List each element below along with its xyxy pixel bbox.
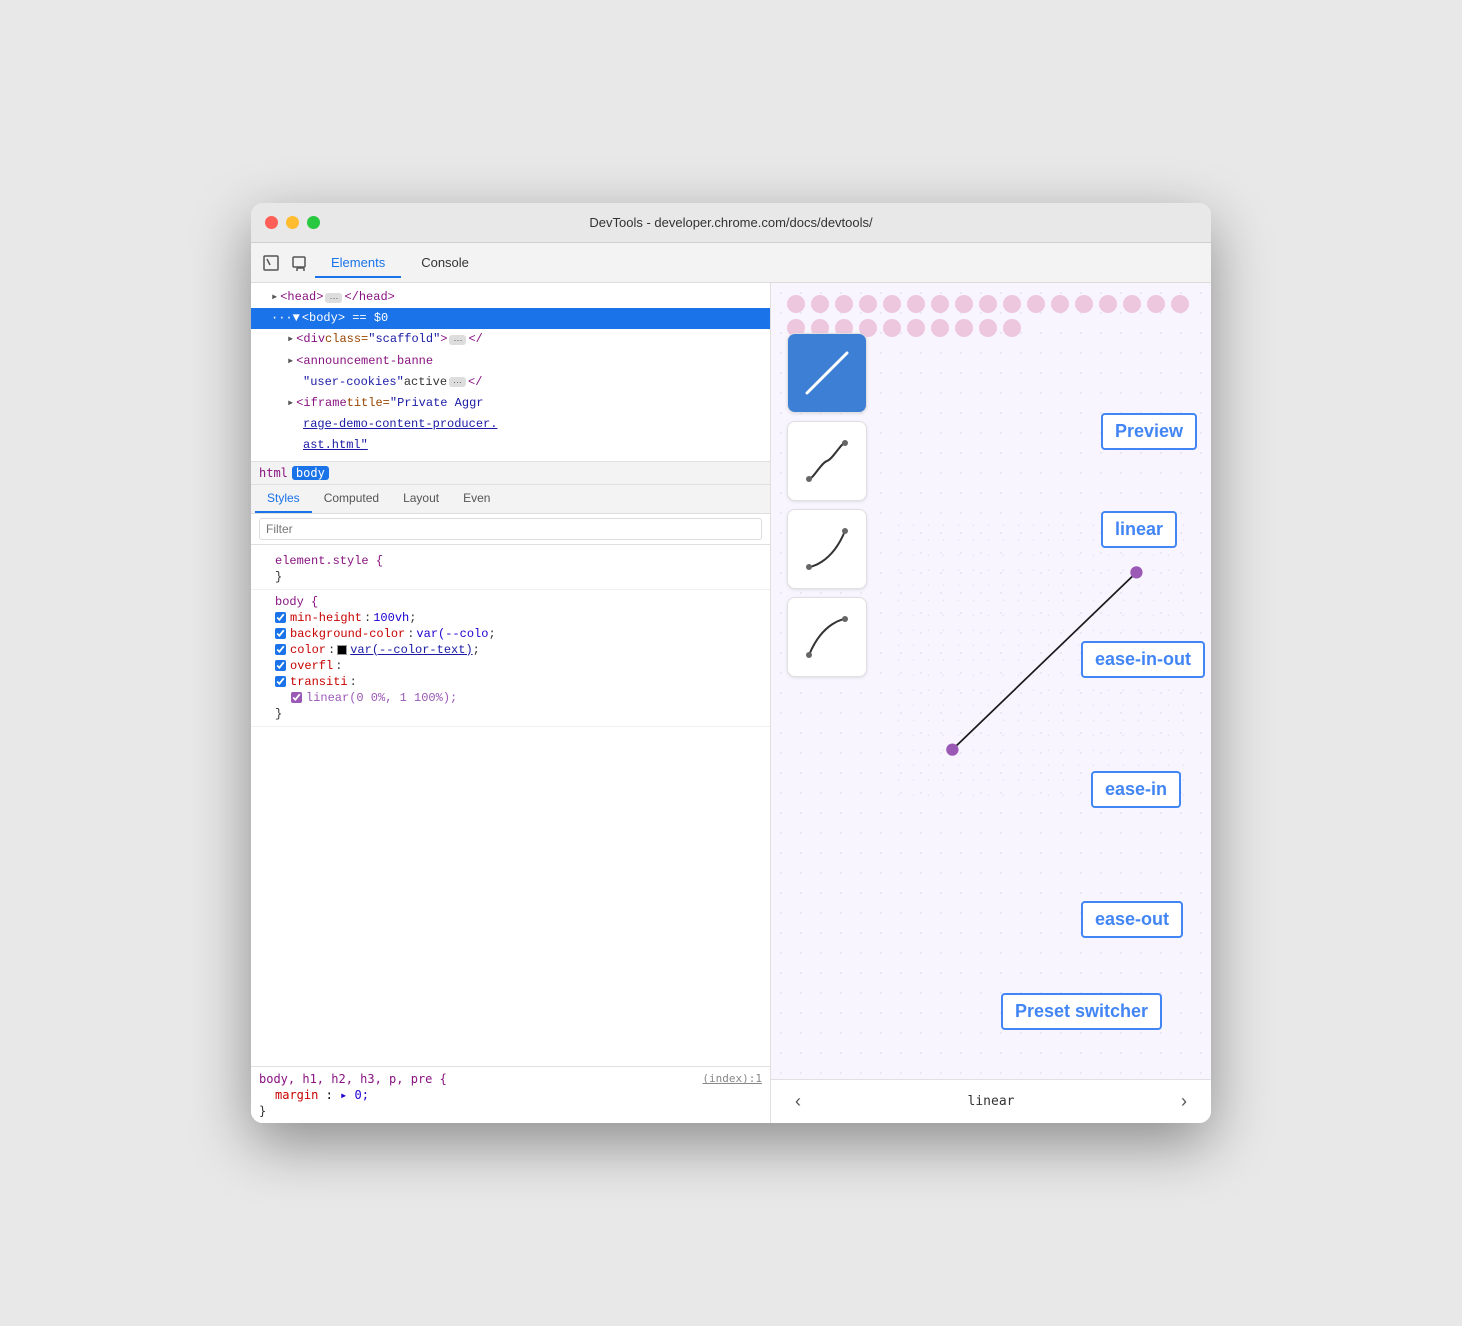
preset-card-ease-in[interactable] <box>787 509 867 589</box>
tab-event[interactable]: Even <box>451 485 502 513</box>
devtools-main: ▸ <head> ··· </head> ··· ▼ <body> == $0 … <box>251 283 1211 1123</box>
dot-pill <box>907 295 925 313</box>
source-ref[interactable]: (index):1 <box>702 1072 762 1085</box>
css-selector: element.style { <box>275 554 383 568</box>
dom-line-iframe: ▸ <iframe title= "Private Aggr <box>251 393 770 414</box>
dot-pill <box>859 295 877 313</box>
prop-checkbox-linear[interactable] <box>291 692 302 703</box>
color-swatch[interactable] <box>337 645 347 655</box>
dom-line-html: ast.html" <box>251 435 770 456</box>
nav-current-label: linear <box>968 1094 1015 1109</box>
preset-card-ease-in-out[interactable] <box>787 421 867 501</box>
device-icon[interactable] <box>287 251 311 275</box>
devtools-window: DevTools - developer.chrome.com/docs/dev… <box>251 203 1211 1123</box>
filter-input[interactable] <box>259 518 762 540</box>
dot-pill <box>1027 295 1045 313</box>
dom-line-head: ▸ <head> ··· </head> <box>251 287 770 308</box>
label-preset-switcher: Preset switcher <box>1001 993 1162 1030</box>
dom-tree: ▸ <head> ··· </head> ··· ▼ <body> == $0 … <box>251 283 770 462</box>
label-ease-in: ease-in <box>1091 771 1181 808</box>
label-ease-in-out: ease-in-out <box>1081 641 1205 678</box>
prop-checkbox-transition[interactable] <box>275 676 286 687</box>
dot-pill <box>1051 295 1069 313</box>
dot-pill <box>1003 295 1021 313</box>
expand-dots[interactable]: ··· <box>325 293 342 303</box>
dot-pill <box>1099 295 1117 313</box>
label-linear: linear <box>1101 511 1177 548</box>
prop-checkbox-color[interactable] <box>275 644 286 655</box>
bottom-rules: body, h1, h2, h3, p, pre { (index):1 mar… <box>251 1066 770 1123</box>
preset-card-linear[interactable] <box>787 333 867 413</box>
bottom-prop: margin <box>275 1088 318 1102</box>
expand-dots[interactable]: ··· <box>449 377 466 387</box>
dot-pill <box>1075 295 1093 313</box>
nav-prev-button[interactable]: ‹ <box>787 1087 809 1116</box>
css-rule-element-style: element.style { } <box>251 549 770 590</box>
expand-dots[interactable]: ··· <box>449 335 466 345</box>
bottom-value: ▸ 0; <box>340 1088 369 1102</box>
tab-layout[interactable]: Layout <box>391 485 451 513</box>
dot-pill <box>811 295 829 313</box>
window-title: DevTools - developer.chrome.com/docs/dev… <box>589 215 872 230</box>
close-button[interactable] <box>265 216 278 229</box>
breadcrumb: html body <box>251 462 770 485</box>
panel-right: Preview linear ease-in-out ease-in ease-… <box>771 283 1211 1123</box>
dom-line-body[interactable]: ··· ▼ <body> == $0 <box>251 308 770 329</box>
preview-area: Preview linear ease-in-out ease-in ease-… <box>771 283 1211 1079</box>
title-bar: DevTools - developer.chrome.com/docs/dev… <box>251 203 1211 243</box>
dot-pill <box>835 295 853 313</box>
breadcrumb-html[interactable]: html <box>259 466 288 480</box>
tab-styles[interactable]: Styles <box>255 485 312 513</box>
dom-line-url: rage-demo-content-producer. <box>251 414 770 435</box>
dot-pill <box>955 295 973 313</box>
tab-computed[interactable]: Computed <box>312 485 391 513</box>
prop-checkbox-min-height[interactable] <box>275 612 286 623</box>
styles-panel: Styles Computed Layout Even element.styl… <box>251 485 770 1067</box>
preset-cards <box>787 333 867 677</box>
label-preview: Preview <box>1101 413 1197 450</box>
minimize-button[interactable] <box>286 216 299 229</box>
dot-pill <box>787 295 805 313</box>
prop-checkbox-bg[interactable] <box>275 628 286 639</box>
css-rule-body: body { min-height : 100vh ; <box>251 590 770 727</box>
dot-pill <box>1171 295 1189 313</box>
dot-pill <box>883 295 901 313</box>
tab-console[interactable]: Console <box>405 249 485 278</box>
filter-bar <box>251 514 770 545</box>
maximize-button[interactable] <box>307 216 320 229</box>
devtools-panel: Elements Console ▸ <head> ··· </head> ··… <box>251 243 1211 1123</box>
dom-line-announcement: ▸ <announcement-banne <box>251 351 770 372</box>
preset-card-ease-out[interactable] <box>787 597 867 677</box>
dot-pill <box>979 295 997 313</box>
expand-arrow[interactable]: ▸ <box>271 288 278 307</box>
breadcrumb-body[interactable]: body <box>292 466 329 480</box>
dot-pill <box>1147 295 1165 313</box>
bottom-selector: body, h1, h2, h3, p, pre { <box>259 1072 447 1086</box>
devtools-toolbar: Elements Console <box>251 243 1211 283</box>
nav-next-button[interactable]: › <box>1173 1087 1195 1116</box>
dot-pill <box>931 295 949 313</box>
label-ease-out: ease-out <box>1081 901 1183 938</box>
css-rules: element.style { } body { <box>251 545 770 1067</box>
prop-checkbox-overflow[interactable] <box>275 660 286 671</box>
sub-tabs: Styles Computed Layout Even <box>251 485 770 514</box>
panel-left: ▸ <head> ··· </head> ··· ▼ <body> == $0 … <box>251 283 771 1123</box>
css-selector-body: body { <box>275 595 318 609</box>
traffic-lights <box>265 216 320 229</box>
dom-line-cookies: "user-cookies" active ··· </ <box>251 372 770 393</box>
dot-pill <box>1123 295 1141 313</box>
dom-line-div: ▸ <div class= "scaffold" > ··· </ <box>251 329 770 350</box>
tab-elements[interactable]: Elements <box>315 249 401 278</box>
preview-nav: ‹ linear › <box>771 1079 1211 1123</box>
inspect-icon[interactable] <box>259 251 283 275</box>
